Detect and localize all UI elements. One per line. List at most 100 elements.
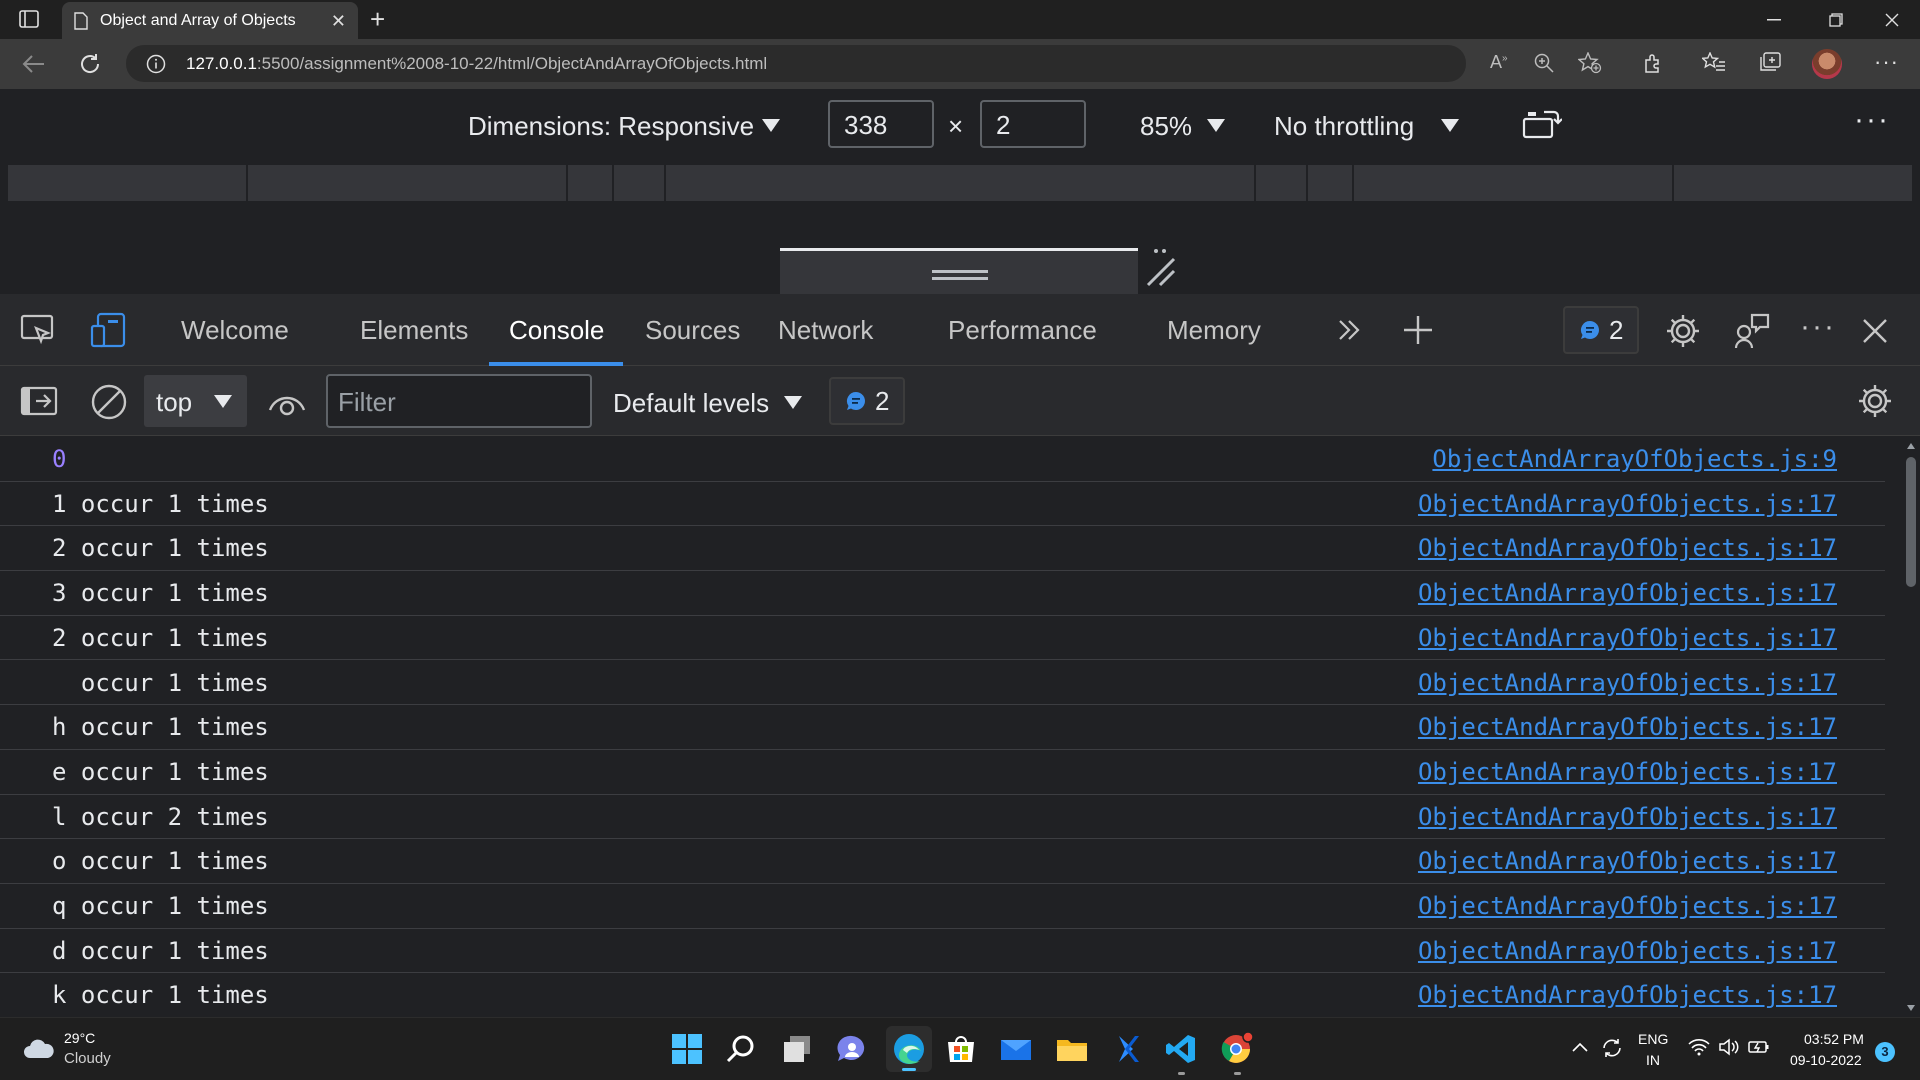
messages-badge[interactable]: 2 xyxy=(829,377,906,425)
clock-date[interactable]: 09-10-2022 xyxy=(1790,1052,1862,1068)
language-label[interactable]: ENG xyxy=(1638,1031,1668,1047)
source-link[interactable]: ObjectAndArrayOfObjects.js:17 xyxy=(1418,892,1837,920)
read-aloud-icon[interactable]: A» xyxy=(1490,52,1508,73)
microsoft-store-icon[interactable] xyxy=(942,1030,980,1068)
minimize-icon[interactable] xyxy=(1746,0,1802,39)
console-scrollbar[interactable] xyxy=(1902,437,1920,1017)
add-favorite-icon[interactable] xyxy=(1578,52,1602,74)
source-link[interactable]: ObjectAndArrayOfObjects.js:17 xyxy=(1418,981,1837,1009)
file-explorer-icon[interactable] xyxy=(1052,1030,1090,1068)
dimensions-chevron-down-icon[interactable] xyxy=(762,119,780,132)
region-label[interactable]: IN xyxy=(1646,1052,1660,1068)
source-link[interactable]: ObjectAndArrayOfObjects.js:17 xyxy=(1418,713,1837,741)
scroll-down-arrow-icon[interactable] xyxy=(1907,1005,1915,1011)
new-tab-icon[interactable]: + xyxy=(370,6,385,32)
favorites-icon[interactable] xyxy=(1702,52,1726,74)
profile-avatar[interactable] xyxy=(1812,49,1842,79)
powerautomate-icon[interactable] xyxy=(1108,1030,1146,1068)
clock-time[interactable]: 03:52 PM xyxy=(1804,1031,1864,1047)
source-link[interactable]: ObjectAndArrayOfObjects.js:17 xyxy=(1418,937,1837,965)
rotate-icon[interactable] xyxy=(1522,109,1562,141)
volume-icon[interactable] xyxy=(1718,1038,1740,1056)
feedback-icon[interactable] xyxy=(1734,312,1772,350)
height-input[interactable]: 2 xyxy=(980,100,1086,148)
more-tabs-chevron-icon[interactable] xyxy=(1337,318,1361,342)
sidebar-toggle-icon[interactable] xyxy=(20,386,58,416)
restore-icon[interactable] xyxy=(1808,0,1864,39)
close-devtools-icon[interactable] xyxy=(1862,318,1888,344)
resize-bottom-handle[interactable] xyxy=(932,270,988,280)
console-settings-icon[interactable] xyxy=(1856,382,1894,420)
throttling-chevron-down-icon[interactable] xyxy=(1441,119,1459,132)
edge-browser-icon[interactable] xyxy=(886,1026,932,1072)
sync-icon[interactable] xyxy=(1600,1036,1624,1060)
info-icon[interactable] xyxy=(146,54,166,74)
zoom-dropdown[interactable]: 85% xyxy=(1140,111,1192,142)
tab-network[interactable]: Network xyxy=(778,294,873,366)
console-log[interactable]: 0 ObjectAndArrayOfObjects.js:9 1 occur 1 … xyxy=(0,437,1902,1017)
chrome-icon[interactable] xyxy=(1218,1030,1256,1075)
active-app-indicator xyxy=(902,1068,916,1071)
tab-welcome[interactable]: Welcome xyxy=(181,294,289,366)
dimensions-dropdown[interactable]: Dimensions: Responsive xyxy=(468,111,754,142)
clear-console-icon[interactable] xyxy=(90,383,128,421)
back-icon[interactable] xyxy=(22,53,46,75)
tab-actions-icon[interactable] xyxy=(19,10,39,28)
tab-memory[interactable]: Memory xyxy=(1167,294,1261,366)
tab-console[interactable]: Console xyxy=(509,294,604,366)
filter-input[interactable]: Filter xyxy=(326,374,592,428)
teams-chat-icon[interactable] xyxy=(832,1030,870,1068)
refresh-icon[interactable] xyxy=(78,52,102,76)
task-view-icon[interactable] xyxy=(778,1030,816,1068)
device-more-icon[interactable]: ··· xyxy=(1854,103,1890,137)
weather-widget[interactable]: 29°C Cloudy xyxy=(22,1028,142,1072)
browser-tab[interactable]: Object and Array of Objects ✕ xyxy=(62,2,358,39)
mail-icon[interactable] xyxy=(996,1030,1034,1068)
issues-badge[interactable]: 2 xyxy=(1563,306,1640,354)
source-link[interactable]: ObjectAndArrayOfObjects.js:17 xyxy=(1418,803,1837,831)
context-selector[interactable]: top xyxy=(144,375,247,427)
zoom-chevron-down-icon[interactable] xyxy=(1207,119,1225,132)
source-link[interactable]: ObjectAndArrayOfObjects.js:9 xyxy=(1432,445,1837,473)
devtools-more-icon[interactable]: ··· xyxy=(1800,310,1836,344)
tab-sources[interactable]: Sources xyxy=(645,294,740,366)
notification-badge[interactable]: 3 xyxy=(1875,1042,1895,1062)
source-link[interactable]: ObjectAndArrayOfObjects.js:17 xyxy=(1418,758,1837,786)
more-options-icon[interactable]: ··· xyxy=(1874,49,1899,75)
tab-elements[interactable]: Elements xyxy=(360,294,468,366)
add-tab-icon[interactable] xyxy=(1402,314,1434,346)
close-tab-icon[interactable]: ✕ xyxy=(331,11,346,32)
source-link[interactable]: ObjectAndArrayOfObjects.js:17 xyxy=(1418,579,1837,607)
media-query-bar[interactable] xyxy=(0,161,1920,201)
scroll-up-arrow-icon[interactable] xyxy=(1907,443,1915,449)
source-link[interactable]: ObjectAndArrayOfObjects.js:17 xyxy=(1418,490,1837,518)
source-link[interactable]: ObjectAndArrayOfObjects.js:17 xyxy=(1418,847,1837,875)
scrollbar-thumb[interactable] xyxy=(1906,457,1916,587)
search-icon[interactable] xyxy=(722,1030,760,1068)
tray-overflow-icon[interactable] xyxy=(1572,1042,1588,1052)
url-text[interactable]: 127.0.0.1:5500/assignment%2008-10-22/htm… xyxy=(186,54,767,74)
address-bar[interactable]: 127.0.0.1:5500/assignment%2008-10-22/htm… xyxy=(126,45,1466,82)
collections-icon[interactable] xyxy=(1758,52,1782,74)
source-link[interactable]: ObjectAndArrayOfObjects.js:17 xyxy=(1418,534,1837,562)
close-window-icon[interactable] xyxy=(1864,0,1920,39)
battery-icon[interactable] xyxy=(1748,1038,1770,1056)
zoom-icon[interactable] xyxy=(1534,53,1554,73)
wifi-icon[interactable] xyxy=(1688,1038,1710,1056)
device-emulation-icon[interactable] xyxy=(90,312,128,350)
throttling-dropdown[interactable]: No throttling xyxy=(1274,111,1414,142)
context-label: top xyxy=(156,387,193,417)
resize-corner-handle[interactable] xyxy=(1144,247,1178,287)
tab-performance[interactable]: Performance xyxy=(948,294,1097,366)
log-levels-dropdown[interactable]: Default levels xyxy=(613,388,769,419)
live-expression-eye-icon[interactable] xyxy=(268,388,306,416)
start-icon[interactable] xyxy=(668,1030,706,1068)
vscode-icon[interactable] xyxy=(1162,1030,1200,1075)
source-link[interactable]: ObjectAndArrayOfObjects.js:17 xyxy=(1418,669,1837,697)
extensions-icon[interactable] xyxy=(1642,52,1664,74)
width-input[interactable]: 338 xyxy=(828,100,934,148)
inspect-element-icon[interactable] xyxy=(20,314,56,348)
settings-icon[interactable] xyxy=(1664,312,1702,350)
source-link[interactable]: ObjectAndArrayOfObjects.js:17 xyxy=(1418,624,1837,652)
levels-chevron-down-icon[interactable] xyxy=(784,396,802,409)
